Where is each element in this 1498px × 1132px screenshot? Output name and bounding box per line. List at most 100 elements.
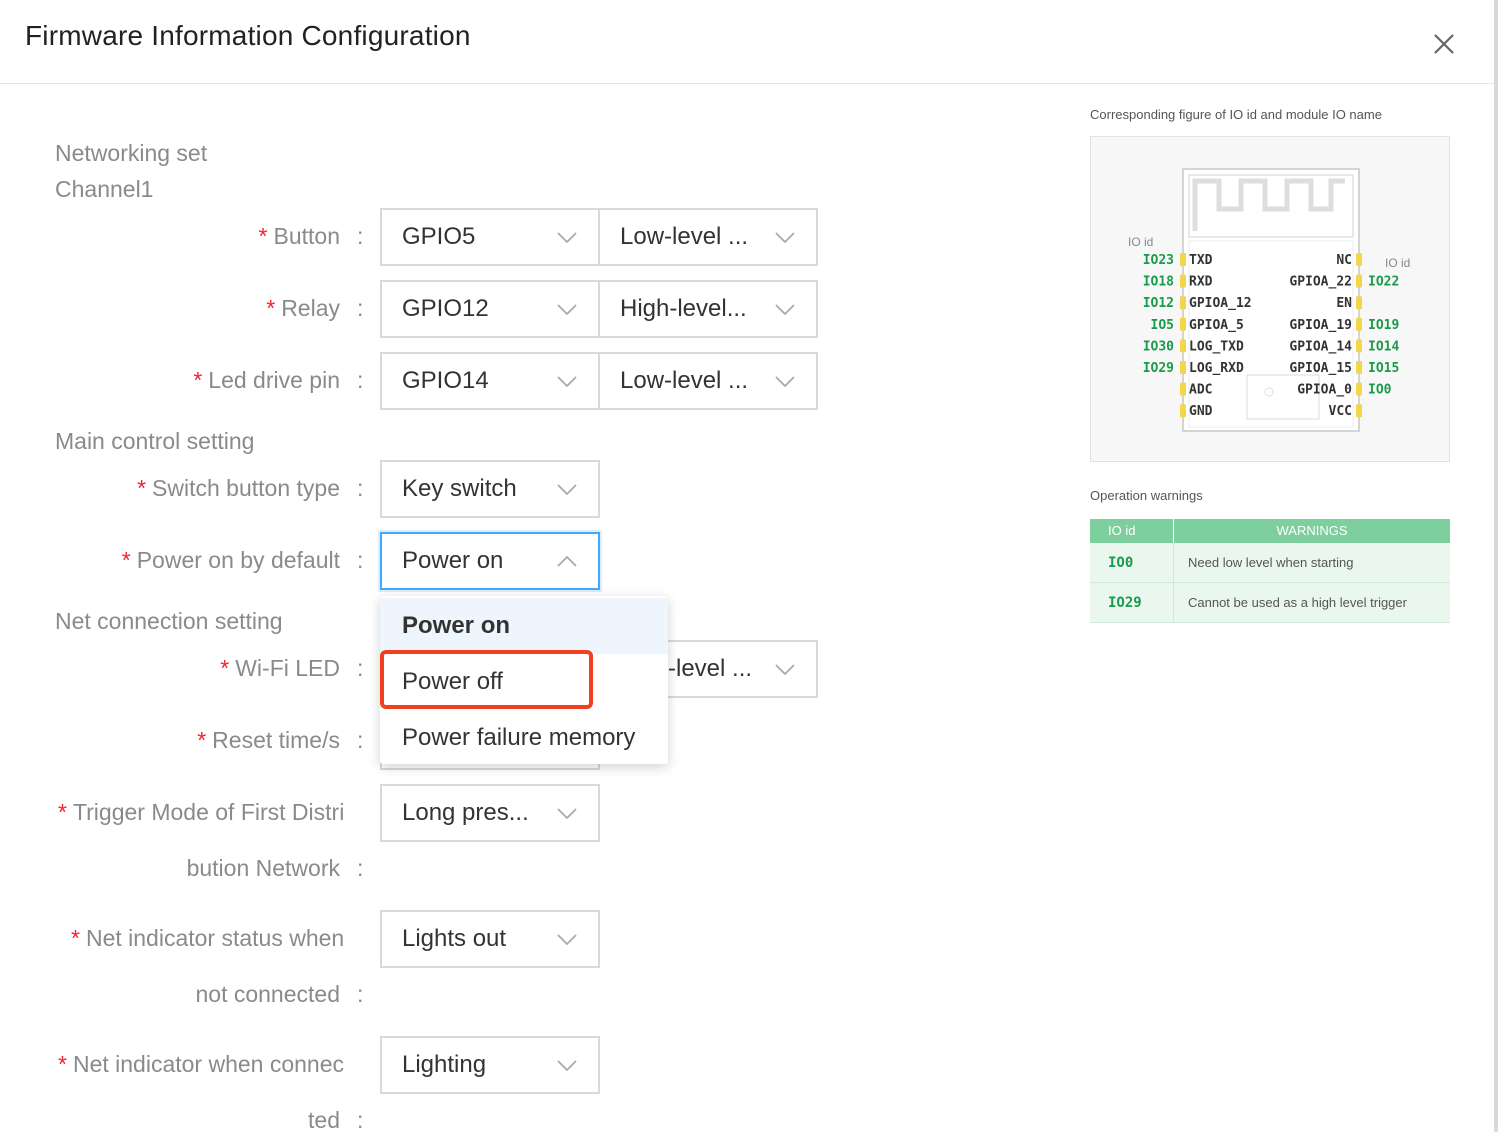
button-pin-select[interactable]: GPIO5 [380,208,600,266]
pin-name: LOG_TXD [1189,339,1244,354]
power-default-dropdown: Power on Power off Power failure memory [380,596,668,764]
trigger-mode-label: * Trigger Mode of First Distri [58,799,345,825]
warning-text-cell: Cannot be used as a high level trigger [1188,595,1407,610]
chevron-down-icon [775,376,795,388]
table-row: IO0 Need low level when starting [1090,543,1450,583]
led-drive-pin-select[interactable]: GPIO14 [380,352,600,410]
figure-caption: Corresponding figure of IO id and module… [1090,107,1382,122]
pin-name: GPIOA_19 [1289,318,1352,333]
pin-io-id: IO22 [1368,275,1399,290]
close-button[interactable] [1426,26,1462,62]
chevron-down-icon [775,304,795,316]
table-header: IO id WARNINGS [1090,519,1450,543]
colon: : [357,727,364,753]
pin-io-id: IO12 [1143,296,1174,311]
pin-pad [1180,253,1186,266]
pin-name: GPIOA_22 [1289,275,1352,290]
colon: : [357,367,364,393]
pin-pad [1356,339,1362,353]
pin-name: LOG_RXD [1189,361,1244,376]
colon: : [357,295,364,321]
trigger-mode-select[interactable]: Long pres... [380,784,600,842]
pin-name: NC [1336,253,1352,268]
relay-pin-select[interactable]: GPIO12 [380,280,600,338]
colon: : [357,1107,364,1132]
trigger-mode-label-2: bution Network [186,855,340,881]
pin-io-id: IO14 [1368,339,1399,354]
pin-name: GPIOA_12 [1189,296,1252,311]
pin-name: TXD [1189,253,1213,268]
section-networking: Networking set [55,140,208,166]
section-main-control: Main control setting [55,428,255,454]
pin-pad [1356,253,1362,266]
led-drive-level-select[interactable]: Low-level ... [598,352,818,410]
pin-pad [1356,296,1362,310]
modal-header: Firmware Information Configuration [0,0,1498,84]
pin-name: GPIOA_0 [1297,383,1352,398]
reset-time-label: * Reset time/s [197,727,340,753]
chevron-down-icon [557,304,577,316]
colon: : [357,223,364,249]
pin-pad [1356,317,1362,331]
warning-text-cell: Need low level when starting [1188,555,1354,570]
chevron-down-icon [775,232,795,244]
switch-type-label: * Switch button type [137,475,340,501]
power-default-label: * Power on by default [121,547,340,573]
dropdown-option-power-failure-memory[interactable]: Power failure memory [380,710,668,766]
net-indicator-c-select[interactable]: Lighting [380,1036,600,1094]
module-pin-figure: IO id IO id TXD IO23 RXD IO18 GPIOA_12 IO12 GP… [1090,136,1450,462]
pin-pad [1356,404,1362,418]
chevron-down-icon [557,1060,577,1072]
dropdown-option-power-off[interactable]: Power off [380,654,668,710]
chevron-down-icon [557,934,577,946]
pin-io-id: IO15 [1368,361,1399,376]
modal-title: Firmware Information Configuration [25,20,471,51]
scroll-edge [1494,0,1498,1132]
chevron-down-icon [557,232,577,244]
pin-io-id: IO29 [1143,361,1174,376]
pin-name: EN [1336,296,1352,311]
colon: : [357,981,364,1007]
button-level-select[interactable]: Low-level ... [598,208,818,266]
pin-name: GPIOA_14 [1289,339,1352,354]
dropdown-option-power-on[interactable]: Power on [380,598,668,654]
net-indicator-nc-label: * Net indicator status when [71,925,345,951]
warning-io-cell: IO0 [1090,543,1174,582]
column-header-io: IO id [1090,519,1174,543]
pin-pad [1180,361,1186,374]
pin-pad [1180,382,1186,396]
colon: : [357,855,364,881]
pin-io-id: IO23 [1143,253,1174,268]
relay-level-select[interactable]: High-level... [598,280,818,338]
net-indicator-nc-select[interactable]: Lights out [380,910,600,968]
chevron-down-icon [775,664,795,676]
pin-io-id: IO5 [1151,318,1174,333]
warning-io-cell: IO29 [1090,583,1174,622]
pin-name: ADC [1189,383,1212,398]
pin-io-id: IO0 [1368,383,1392,398]
io-id-label-right: IO id [1385,256,1410,270]
chevron-down-icon [557,484,577,496]
net-indicator-nc-label-2: not connected [195,981,340,1007]
pin-name: GPIOA_15 [1289,361,1352,376]
pin-io-id: IO30 [1143,339,1174,354]
chevron-down-icon [557,808,577,820]
switch-type-select[interactable]: Key switch [380,460,600,518]
pin-io-id: IO19 [1368,318,1399,333]
table-row: IO29 Cannot be used as a high level trig… [1090,583,1450,623]
net-indicator-c-label-2: ted [308,1107,340,1132]
pin-name: RXD [1189,275,1213,290]
button-label: * Button [258,223,340,249]
power-default-select[interactable]: Power on [380,532,600,590]
relay-label: * Relay [266,295,340,321]
section-net-connection: Net connection setting [55,608,283,634]
pin-name: GPIOA_5 [1189,318,1244,333]
pin-pad [1180,296,1186,310]
close-icon [1434,34,1454,54]
colon: : [357,655,364,681]
warnings-table: IO id WARNINGS IO0 Need low level when s… [1090,519,1450,623]
chevron-down-icon [557,376,577,388]
pin-io-id: IO18 [1143,275,1174,290]
pin-pad [1180,317,1186,331]
led-drive-label: * Led drive pin [193,367,340,393]
